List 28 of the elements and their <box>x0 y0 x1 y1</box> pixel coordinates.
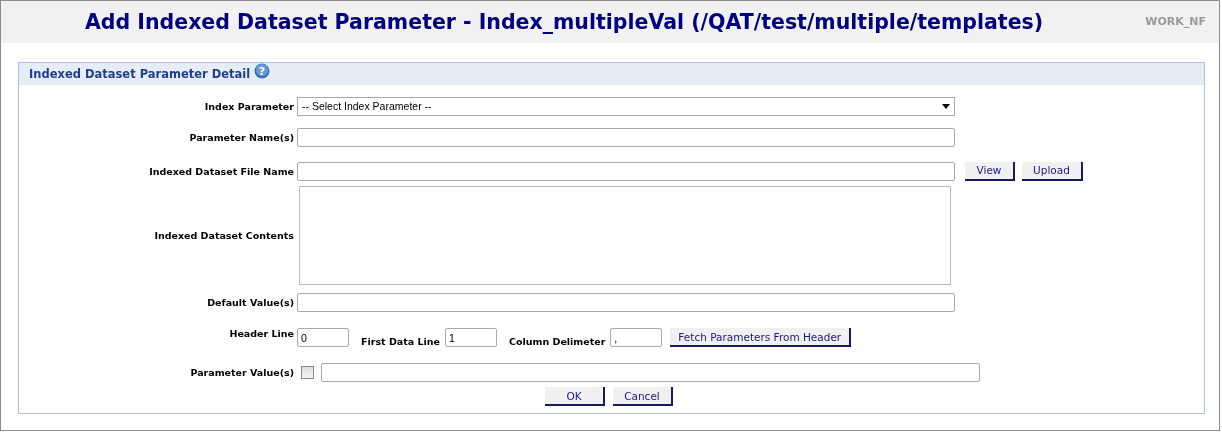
field-label: First Data Line <box>361 336 440 347</box>
field-label: Default Value(s) <box>206 296 295 308</box>
field-label: Header Line <box>228 328 295 339</box>
parameter-names-field[interactable] <box>297 127 955 147</box>
field-label: Indexed Dataset File Name <box>148 165 295 177</box>
workspace-label: WORK_NF <box>1145 15 1206 28</box>
dialog-button[interactable]: OK <box>545 387 605 406</box>
dialog-button[interactable]: Cancel <box>613 387 673 406</box>
field-label: Indexed Dataset Contents <box>153 230 295 241</box>
page-title: Add Indexed Dataset Parameter - Index_multipleVal (/QAT/test/multiple/templates) <box>85 10 1044 34</box>
header-line-field[interactable]: 0 <box>297 328 349 347</box>
contents-text-area[interactable] <box>299 186 951 285</box>
field-label: Parameter Name(s) <box>188 131 295 143</box>
checkbox[interactable] <box>301 365 314 379</box>
dropdown-arrow-icon <box>942 103 950 109</box>
column-delimiter-field[interactable]: , <box>610 328 663 347</box>
field-label: Index Parameter <box>203 100 295 112</box>
default-values-field[interactable] <box>297 292 955 312</box>
first-data-line-field[interactable]: 1 <box>445 328 497 347</box>
file-action-button[interactable]: Upload <box>1022 161 1083 181</box>
file-action-button[interactable]: View <box>965 161 1015 181</box>
parameter-values-field[interactable] <box>321 362 980 382</box>
field-label: Column Delimeter <box>509 336 606 347</box>
fetch-parameters-button[interactable]: Fetch Parameters From Header <box>670 328 852 347</box>
field-label: Parameter Value(s) <box>189 366 295 378</box>
index-parameter-dropdown[interactable]: -- Select Index Parameter -- <box>297 96 955 116</box>
panel-title: Indexed Dataset Parameter Detail <box>29 67 251 81</box>
file-name-field[interactable] <box>297 161 955 181</box>
